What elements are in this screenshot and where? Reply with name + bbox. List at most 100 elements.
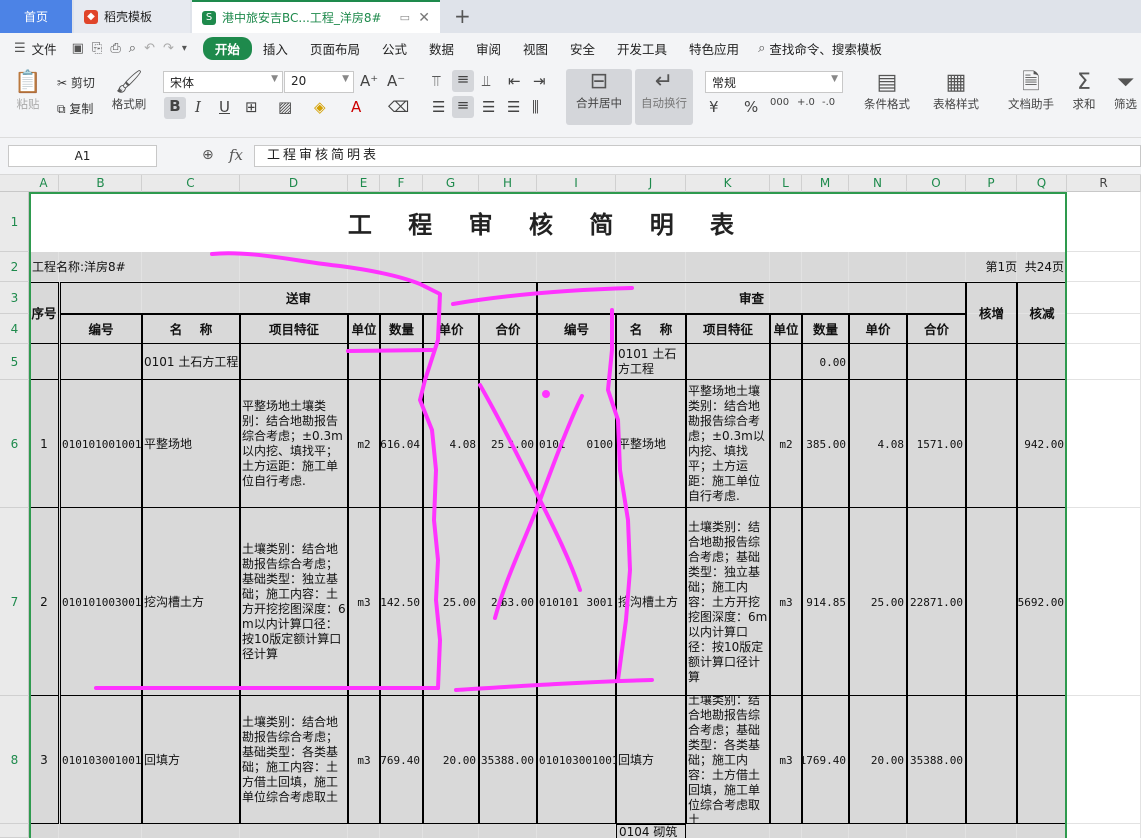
row-total[interactable]: 35388.00 xyxy=(479,696,537,824)
row-audit-feature[interactable]: 土壤类别：结合地勘报告综合考虑；基础类型：各类基础；施工内容：土方借土回填，施工… xyxy=(686,696,770,824)
column-header[interactable]: P xyxy=(966,175,1017,192)
cell[interactable] xyxy=(29,344,59,380)
row-audit-code-tail[interactable]: 3001 xyxy=(537,508,616,696)
cut-button[interactable]: ✂ 剪切 xyxy=(57,74,95,91)
column-header[interactable]: Q xyxy=(1017,175,1067,192)
menu-file[interactable]: 文件 xyxy=(30,39,68,58)
cell[interactable] xyxy=(1017,344,1067,380)
row-header[interactable]: 2 xyxy=(0,252,29,282)
menu-developer[interactable]: 开发工具 xyxy=(606,39,678,58)
row-header[interactable]: 4 xyxy=(0,314,29,344)
font-size-select[interactable]: 20 ▼ xyxy=(284,71,354,93)
header-send-qty[interactable]: 数量 xyxy=(380,314,423,344)
row-name[interactable]: 平整场地 xyxy=(142,380,240,508)
menu-data[interactable]: 数据 xyxy=(418,39,465,58)
header-audit-code[interactable]: 编号 xyxy=(537,314,616,344)
project-name[interactable]: 工程名称:洋房8# xyxy=(29,252,537,282)
section-name-audit[interactable]: 0101 土石方工程 xyxy=(616,344,686,380)
cell-grid[interactable]: 工 程 审 核 简 明 表工程名称:洋房8# 第1页 共24页 序号 送审 审查 核增 核减… xyxy=(29,192,1141,838)
header-send-feature[interactable]: 项目特征 xyxy=(240,314,348,344)
header-sub[interactable]: 核减 xyxy=(1017,282,1067,344)
tab-document[interactable]: S 港中旅安吉BC...工程_洋房8# ▭ ✕ xyxy=(192,0,440,33)
row-price[interactable]: 25.00 xyxy=(423,508,479,696)
header-send-total[interactable]: 合价 xyxy=(479,314,537,344)
row-code[interactable]: 010103001001 xyxy=(60,696,142,824)
header-audit-qty[interactable]: 数量 xyxy=(802,314,849,344)
row-header[interactable]: 6 xyxy=(0,380,29,508)
page-info[interactable]: 第1页 共24页 xyxy=(849,252,1067,282)
align-middle-icon[interactable]: ≡ xyxy=(452,70,474,92)
partial-section-name[interactable]: 0104 砌筑 xyxy=(616,824,686,838)
row-seq[interactable]: 3 xyxy=(29,696,59,824)
doc-helper-button[interactable]: 🗎 文档助手 xyxy=(1003,70,1059,112)
row-header[interactable]: 5 xyxy=(0,344,29,380)
row-feature[interactable]: 土壤类别：结合地勘报告综合考虑；基础类型：各类基础；施工内容：土方借土回填，施工… xyxy=(240,696,348,824)
row-audit-code[interactable]: 010103001001 xyxy=(537,696,616,824)
row-audit-code-tail[interactable]: 0100 xyxy=(537,380,616,508)
column-header[interactable]: F xyxy=(380,175,423,192)
distribute-icon[interactable]: ⫼ xyxy=(532,98,539,116)
header-add[interactable]: 核增 xyxy=(966,282,1017,344)
header-audit-name[interactable]: 名 称 xyxy=(616,314,686,344)
cell[interactable] xyxy=(479,344,537,380)
menu-special[interactable]: 特色应用 xyxy=(678,39,750,58)
thousands-icon[interactable]: 000 xyxy=(770,97,789,108)
hamburger-icon[interactable]: ☰ xyxy=(14,41,26,56)
row-header[interactable]: 3 xyxy=(0,282,29,314)
header-send-name[interactable]: 名 称 xyxy=(142,314,240,344)
row-code[interactable]: 010101001001 xyxy=(60,380,142,508)
row-audit-price[interactable]: 20.00 xyxy=(849,696,907,824)
format-painter-button[interactable]: 🖌 格式刷 xyxy=(108,70,150,112)
fill-color-icon[interactable]: ◈ xyxy=(314,98,326,116)
row-audit-qty[interactable]: 914.85 xyxy=(802,508,849,696)
eraser-icon[interactable]: ⌫ xyxy=(388,98,409,116)
chevron-down-icon[interactable]: ▾ xyxy=(182,43,187,54)
row-seq[interactable]: 2 xyxy=(29,508,59,696)
column-header[interactable]: I xyxy=(537,175,616,192)
header-send-price[interactable]: 单价 xyxy=(423,314,479,344)
row-total-tail[interactable]: 3.00 xyxy=(479,380,537,508)
conditional-format-button[interactable]: ▤ 条件格式 xyxy=(856,70,918,112)
header-audit-price[interactable]: 单价 xyxy=(849,314,907,344)
justify-icon[interactable]: ☰ xyxy=(507,98,520,116)
print-preview-icon[interactable]: ⌕ xyxy=(129,41,136,56)
cell[interactable] xyxy=(907,344,966,380)
cell[interactable] xyxy=(770,344,802,380)
zoom-icon[interactable]: ⊕ xyxy=(202,147,214,163)
column-header[interactable]: N xyxy=(849,175,907,192)
sum-button[interactable]: Σ 求和 xyxy=(1066,70,1102,112)
row-audit-unit[interactable]: m3 xyxy=(770,696,802,824)
paste-button[interactable]: 📋 粘贴 xyxy=(10,70,46,112)
section-name-send[interactable]: 0101 土石方工程 xyxy=(142,344,240,380)
column-header[interactable]: K xyxy=(686,175,770,192)
cell[interactable] xyxy=(966,380,1017,508)
row-name[interactable]: 回填方 xyxy=(142,696,240,824)
percent-icon[interactable]: % xyxy=(744,98,758,116)
header-group-send[interactable]: 送审 xyxy=(60,282,537,314)
column-header[interactable]: L xyxy=(770,175,802,192)
row-unit[interactable]: m3 xyxy=(348,696,380,824)
filter-button[interactable]: ⏷ 筛选 xyxy=(1110,70,1141,112)
menu-security[interactable]: 安全 xyxy=(559,39,606,58)
indent-increase-icon[interactable]: ⇥ xyxy=(533,72,546,90)
table-style-button[interactable]: ▦ 表格样式 xyxy=(925,70,987,112)
wrap-text-button[interactable]: ↵ 自动换行 xyxy=(635,69,693,125)
cell[interactable] xyxy=(348,344,380,380)
section-audit-total[interactable]: 0.00 xyxy=(802,344,849,380)
column-header[interactable]: B xyxy=(60,175,142,192)
menu-home[interactable]: 开始 xyxy=(202,37,252,60)
search-command[interactable]: 查找命令、搜索模板 xyxy=(769,39,882,58)
name-box[interactable]: A1 xyxy=(8,145,157,167)
cell[interactable] xyxy=(966,344,1017,380)
row-audit-total[interactable]: 35388.00 xyxy=(907,696,966,824)
currency-icon[interactable]: ¥ xyxy=(709,98,719,116)
row-audit-qty[interactable]: 385.00 xyxy=(802,380,849,508)
row-unit[interactable]: m3 xyxy=(348,508,380,696)
row-seq[interactable]: 1 xyxy=(29,380,59,508)
close-icon[interactable]: ✕ xyxy=(418,10,430,26)
undo-icon[interactable]: ↶ xyxy=(144,41,155,56)
row-audit-unit[interactable]: m3 xyxy=(770,508,802,696)
column-header[interactable]: C xyxy=(142,175,240,192)
row-qty[interactable]: 1769.40 xyxy=(380,696,423,824)
row-audit-qty[interactable]: 1769.40 xyxy=(802,696,849,824)
